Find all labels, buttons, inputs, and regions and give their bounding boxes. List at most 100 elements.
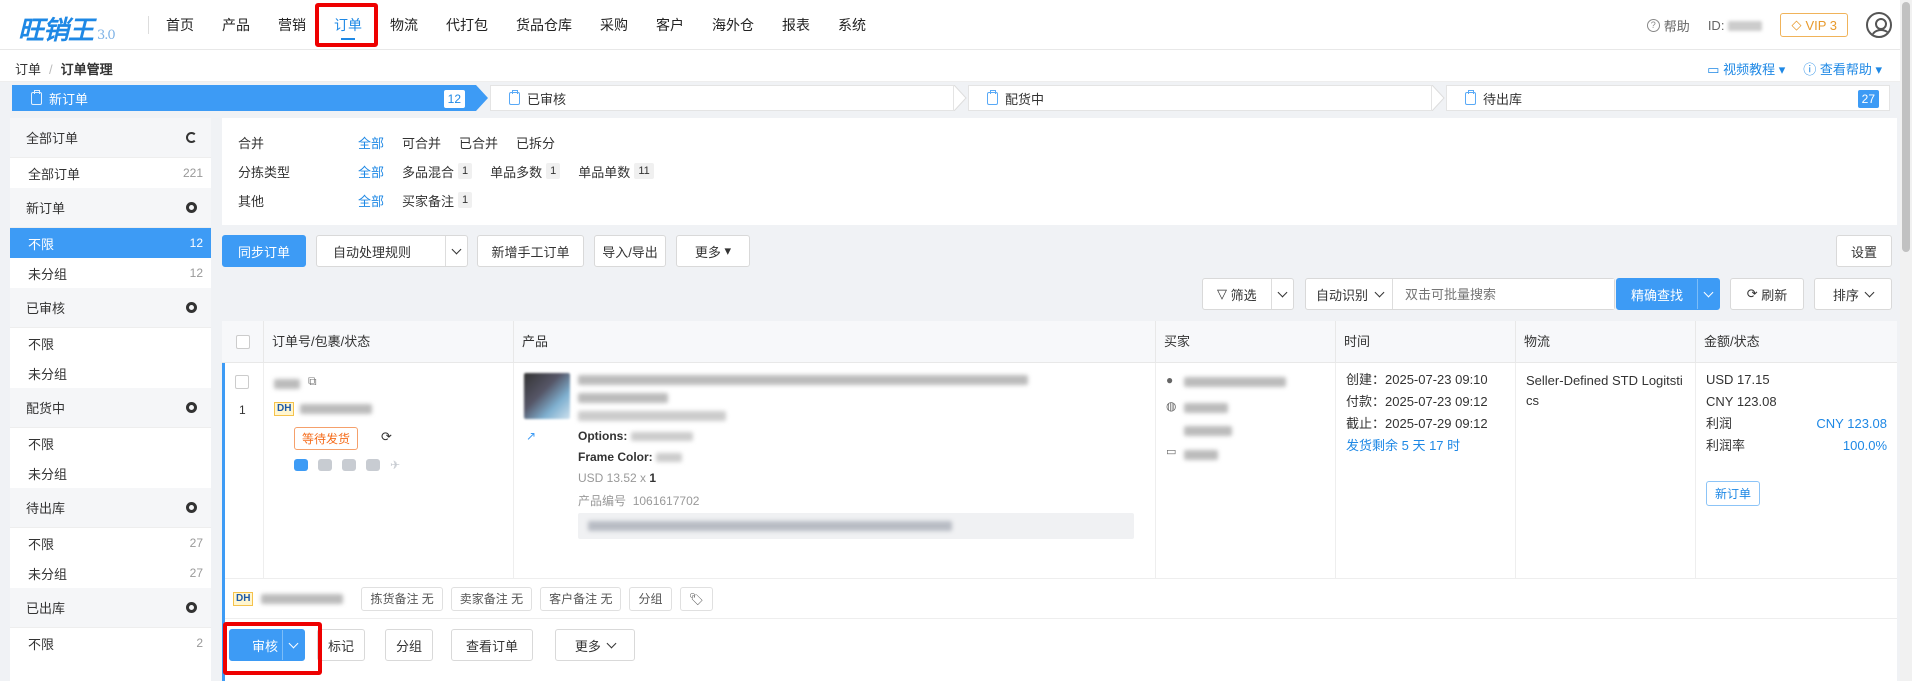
step-allocating[interactable]: 配货中 (968, 85, 1432, 111)
logistics-method[interactable]: Seller-Defined STD Logitstics (1526, 371, 1685, 411)
gear-icon[interactable] (186, 202, 197, 213)
nav-reports[interactable]: 报表 (768, 0, 824, 50)
filter-other-all[interactable]: 全部 (358, 191, 384, 210)
col-header-order: 订单号/包裹/状态 (264, 321, 514, 363)
nav-customers[interactable]: 客户 (642, 0, 698, 50)
nav-warehouse[interactable]: 货品仓库 (502, 0, 586, 50)
step-new-orders[interactable]: 新订单 12 (12, 85, 476, 111)
filter-row-other: 其他 全部 买家备注 1 (238, 190, 490, 210)
printer-icon[interactable] (366, 459, 380, 471)
deadline-time: 截止：2025-07-29 09:12 (1346, 416, 1488, 431)
product-sku (578, 411, 726, 421)
filter-sort-all[interactable]: 全部 (358, 162, 384, 181)
buyer-remark[interactable]: 客户备注 无 (540, 586, 622, 611)
search-input[interactable] (1392, 279, 1614, 309)
filter-merge-all[interactable]: 全部 (358, 133, 384, 152)
vip-badge[interactable]: ◇ VIP 3 (1780, 13, 1848, 37)
nav-system[interactable]: 系统 (824, 0, 880, 50)
row-index: 1 (239, 403, 246, 417)
sidebar-head-audited: 已审核 (10, 288, 211, 328)
refresh-button[interactable]: ⟳ 刷新 (1730, 278, 1804, 310)
sidebar-item-all-orders[interactable]: 全部订单 221 (10, 158, 211, 188)
filter-merge-split[interactable]: 已拆分 (516, 133, 555, 152)
exact-search-button[interactable]: 精确查找 (1616, 278, 1720, 310)
chevron-down-icon[interactable] (445, 236, 467, 266)
gear-icon[interactable] (186, 602, 197, 613)
more-button[interactable]: 更多 ▾ (676, 235, 750, 267)
new-manual-order-button[interactable]: 新增手工订单 (477, 235, 584, 267)
gear-icon[interactable] (186, 302, 197, 313)
filter-button[interactable]: ▽ 筛选 (1202, 278, 1294, 310)
filter-sort-single-single[interactable]: 单品单数 11 (578, 162, 654, 181)
cloud-icon[interactable] (342, 459, 356, 471)
group-tag-button[interactable]: 分组 (629, 586, 672, 611)
plane-icon[interactable]: ✈ (390, 459, 402, 471)
sidebar-item-pending-ungrouped[interactable]: 未分组 27 (10, 558, 211, 588)
chevron-down-icon[interactable] (1271, 279, 1293, 309)
nav-products[interactable]: 产品 (208, 0, 264, 50)
copy-icon[interactable]: ⧉ (308, 374, 317, 389)
order-number[interactable] (274, 379, 300, 389)
chevron-down-icon[interactable] (282, 630, 304, 660)
auto-detect-select[interactable]: 自动识别 (1305, 278, 1615, 310)
nav-marketing[interactable]: 营销 (264, 0, 320, 50)
group-button[interactable]: 分组 (385, 629, 433, 661)
sidebar-item-allocating-ungrouped[interactable]: 未分组 (10, 458, 211, 488)
view-order-button[interactable]: 查看订单 (451, 629, 533, 661)
seller-remark[interactable]: 卖家备注 无 (450, 586, 533, 611)
sort-button[interactable]: 排序 (1814, 278, 1892, 310)
product-title-line1[interactable] (578, 375, 1028, 385)
money-icon[interactable] (294, 459, 308, 471)
help-link[interactable]: ? 帮助 (1646, 16, 1690, 35)
row-checkbox[interactable] (235, 375, 249, 389)
sync-orders-button[interactable]: 同步订单 (222, 235, 306, 267)
filter-other-buyer-note[interactable]: 买家备注 1 (402, 191, 473, 210)
sidebar-item-shipped-unlimited[interactable]: 不限 2 (10, 628, 211, 658)
filter-merge-mergeable[interactable]: 可合并 (402, 133, 441, 152)
sidebar-item-new-unlimited[interactable]: 不限 12 (10, 228, 211, 258)
import-export-button[interactable]: 导入/导出 (594, 235, 666, 267)
gear-icon[interactable] (186, 402, 197, 413)
view-help-link[interactable]: ⓘ 查看帮助 ▾ (1803, 59, 1882, 78)
nav-orders[interactable]: 订单 (320, 0, 376, 50)
chevron-down-icon[interactable] (1697, 279, 1719, 309)
pick-remark[interactable]: 拣货备注 无 (361, 586, 443, 611)
step-pending-outbound[interactable]: 待出库 27 (1446, 85, 1890, 111)
app-logo[interactable]: 旺销王 3.0 (18, 10, 116, 47)
product-thumbnail[interactable] (524, 373, 570, 419)
nav-packing[interactable]: 代打包 (432, 0, 502, 50)
filter-merge-merged[interactable]: 已合并 (459, 133, 498, 152)
filter-sort-single-multi[interactable]: 单品多数 1 (490, 162, 561, 181)
page-scrollbar[interactable] (1900, 0, 1912, 681)
sync-status-icon[interactable]: ⟳ (381, 429, 392, 445)
nav-home[interactable]: 首页 (152, 0, 208, 50)
scrollbar-thumb[interactable] (1902, 2, 1910, 252)
nav-logistics[interactable]: 物流 (376, 0, 432, 50)
nav-overseas-warehouse[interactable]: 海外仓 (698, 0, 768, 50)
sidebar-item-audited-unlimited[interactable]: 不限 (10, 328, 211, 358)
sidebar-item-new-ungrouped[interactable]: 未分组 12 (10, 258, 211, 288)
video-tutorial-link[interactable]: ▭ 视频教程 ▾ (1707, 59, 1785, 78)
audit-button[interactable]: 审核 (229, 629, 305, 661)
sidebar-item-allocating-unlimited[interactable]: 不限 (10, 428, 211, 458)
auto-rule-button[interactable]: 自动处理规则 (316, 235, 468, 267)
filter-sort-mixed[interactable]: 多品混合 1 (402, 162, 473, 181)
select-all-checkbox[interactable] (236, 335, 250, 349)
mark-button[interactable]: 标记 (317, 629, 365, 661)
breadcrumb-root[interactable]: 订单 (15, 62, 41, 77)
sidebar-head-new: 新订单 (10, 188, 211, 228)
step-audited[interactable]: 已审核 (490, 85, 954, 111)
product-title-line2[interactable] (578, 393, 668, 403)
gear-icon[interactable] (186, 502, 197, 513)
sidebar-item-audited-ungrouped[interactable]: 未分组 (10, 358, 211, 388)
row-more-button[interactable]: 更多 (555, 629, 635, 661)
sidebar-item-pending-unlimited[interactable]: 不限 27 (10, 528, 211, 558)
tag-icon[interactable]: 🏷 (679, 586, 713, 611)
gift-icon[interactable] (318, 459, 332, 471)
nav-purchase[interactable]: 采购 (586, 0, 642, 50)
refresh-icon[interactable] (186, 132, 197, 143)
external-link-icon[interactable]: ↗ (526, 429, 536, 443)
buyer-name[interactable] (1184, 377, 1286, 387)
settings-button[interactable]: 设置 (1836, 235, 1892, 267)
user-avatar-icon[interactable] (1866, 12, 1892, 38)
